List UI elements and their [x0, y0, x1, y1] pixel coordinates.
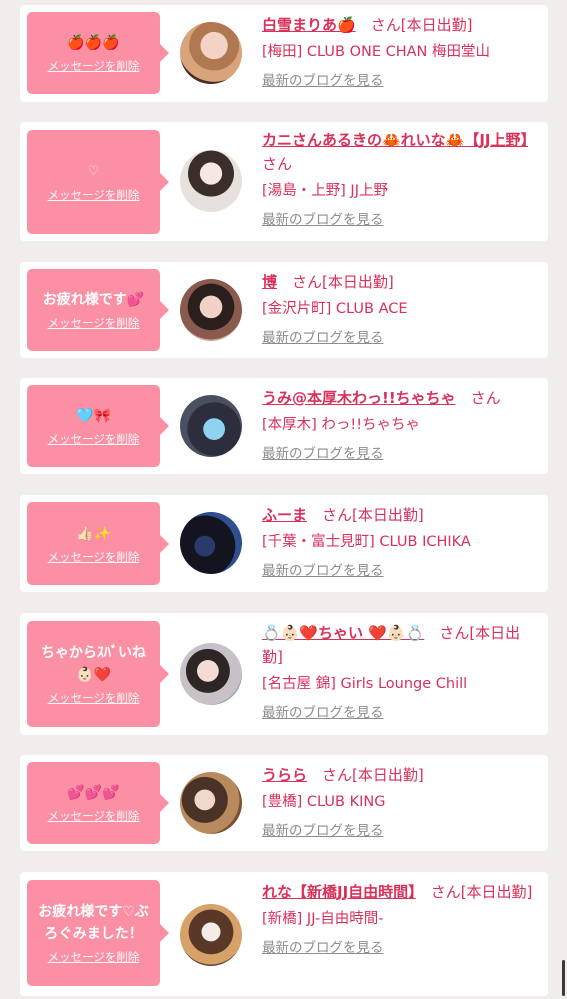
view-blog-link[interactable]: 最新のブログを見る: [262, 562, 538, 580]
message-text: 👍🏻✨: [76, 525, 111, 542]
avatar[interactable]: [180, 512, 242, 574]
message-text: 🍎🍎🍎: [67, 35, 120, 51]
shop-info: [豊橋] CLUB KING: [262, 794, 386, 810]
shop-info: [本厚木] わっ!!ちゃちゃ: [262, 417, 421, 433]
delete-message-link[interactable]: メッセージを削除: [48, 431, 140, 447]
delete-message-link[interactable]: メッセージを削除: [48, 549, 140, 565]
attendance-status: [本日出勤]: [460, 883, 533, 901]
honorific: さん: [370, 16, 401, 34]
message-bubble: 👍🏻✨ メッセージを削除: [27, 502, 169, 585]
attendance-status: [本日出勤]: [352, 766, 424, 784]
honorific: さん: [470, 389, 501, 407]
shop-info: [名古屋 錦] Girls Lounge Chill: [262, 676, 468, 692]
message-text: 🩵🎀: [76, 408, 111, 424]
view-blog-link[interactable]: 最新のブログを見る: [262, 822, 538, 840]
shop-info: [新橋] JJ-自由時間-: [262, 911, 384, 927]
honorific: さん: [439, 624, 470, 642]
delete-message-link[interactable]: メッセージを削除: [48, 690, 140, 706]
honorific: さん: [322, 506, 353, 524]
message-text: 💕💕💕: [67, 785, 120, 801]
honorific: さん: [262, 155, 293, 173]
view-blog-link[interactable]: 最新のブログを見る: [262, 704, 538, 722]
message-bubble: お疲れ様です♡ぶろぐみました！ メッセージを削除: [27, 880, 169, 986]
cast-name-link[interactable]: ふーま: [262, 506, 307, 524]
message-bubble: 🍎🍎🍎 メッセージを削除: [27, 12, 169, 94]
message-card: 👍🏻✨ メッセージを削除 ふーま さん[本日出勤] [千葉・富士見町] CLUB…: [20, 495, 548, 592]
shop-info: [千葉・富士見町] CLUB ICHIKA: [262, 534, 471, 550]
shop-info: [梅田] CLUB ONE CHAN 梅田堂山: [262, 44, 491, 60]
honorific: さん: [322, 766, 353, 784]
cast-name-link[interactable]: 博: [262, 273, 277, 291]
view-blog-link[interactable]: 最新のブログを見る: [262, 211, 538, 229]
delete-message-link[interactable]: メッセージを削除: [48, 315, 140, 331]
attendance-status: [本日出勤]: [400, 16, 473, 34]
honorific: さん: [292, 273, 323, 291]
view-blog-link[interactable]: 最新のブログを見る: [262, 329, 538, 347]
message-bubble: 🩵🎀 メッセージを削除: [27, 385, 169, 467]
cast-name-link[interactable]: 白雪まりあ🍎: [262, 16, 356, 34]
message-card: お疲れ様です♡ぶろぐみました！ メッセージを削除 れな【新橋JJ自由時間】 さん…: [20, 872, 548, 996]
message-card: 💕💕💕 メッセージを削除 うらら さん[本日出勤] [豊橋] CLUB KING…: [20, 755, 548, 851]
scrollbar[interactable]: [562, 960, 565, 996]
cast-name-link[interactable]: うみ@本厚木わっ!!ちゃちゃ: [262, 389, 456, 407]
avatar[interactable]: [180, 904, 242, 966]
message-text: お疲れ様です💕: [42, 292, 145, 308]
view-blog-link[interactable]: 最新のブログを見る: [262, 72, 538, 90]
delete-message-link[interactable]: メッセージを削除: [48, 187, 140, 203]
shop-info: [金沢片町] CLUB ACE: [262, 301, 408, 317]
message-card: 🩵🎀 メッセージを削除 うみ@本厚木わっ!!ちゃちゃ さん [本厚木] わっ!!…: [20, 378, 548, 474]
message-card: 🍎🍎🍎 メッセージを削除 白雪まりあ🍎 さん[本日出勤] [梅田] CLUB O…: [20, 5, 548, 102]
attendance-status: [本日出勤]: [322, 273, 394, 291]
delete-message-link[interactable]: メッセージを削除: [48, 808, 140, 824]
delete-message-link[interactable]: メッセージを削除: [48, 949, 140, 965]
cast-name-link[interactable]: れな【新橋JJ自由時間】: [262, 883, 416, 901]
cast-name-link[interactable]: 💍👶🏻❤️ちゃい ❤️👶🏻💍: [262, 624, 424, 642]
honorific: さん: [430, 883, 461, 901]
message-bubble: ♡ メッセージを削除: [27, 130, 169, 234]
shop-info: [湯島・上野] JJ上野: [262, 183, 388, 199]
message-bubble: お疲れ様です💕 メッセージを削除: [27, 269, 169, 351]
avatar[interactable]: [180, 395, 242, 457]
avatar[interactable]: [180, 643, 242, 705]
cast-name-link[interactable]: うらら: [262, 766, 307, 784]
attendance-status: [本日出勤]: [352, 506, 424, 524]
message-card: ♡ メッセージを削除 カニさんあるきの🦀れいな🦀【JJ上野】 さん [湯島・上野…: [20, 122, 548, 241]
message-text: お疲れ様です♡ぶろぐみました！: [38, 904, 149, 942]
cast-name-link[interactable]: カニさんあるきの🦀れいな🦀【JJ上野】: [262, 131, 528, 149]
avatar[interactable]: [180, 279, 242, 341]
message-card: ちゃからｽﾊﾞいね👶🏻❤️ メッセージを削除 💍👶🏻❤️ちゃい ❤️👶🏻💍 さん…: [20, 613, 548, 735]
avatar[interactable]: [180, 772, 242, 834]
message-card: お疲れ様です💕 メッセージを削除 博 さん[本日出勤] [金沢片町] CLUB …: [20, 262, 548, 358]
message-bubble: 💕💕💕 メッセージを削除: [27, 762, 169, 844]
message-text: ♡: [87, 164, 100, 179]
avatar[interactable]: [180, 22, 242, 84]
view-blog-link[interactable]: 最新のブログを見る: [262, 445, 538, 463]
view-blog-link[interactable]: 最新のブログを見る: [262, 939, 538, 957]
message-bubble: ちゃからｽﾊﾞいね👶🏻❤️ メッセージを削除: [27, 621, 169, 727]
avatar[interactable]: [180, 150, 242, 212]
delete-message-link[interactable]: メッセージを削除: [48, 58, 140, 74]
message-text: ちゃからｽﾊﾞいね👶🏻❤️: [41, 645, 146, 683]
